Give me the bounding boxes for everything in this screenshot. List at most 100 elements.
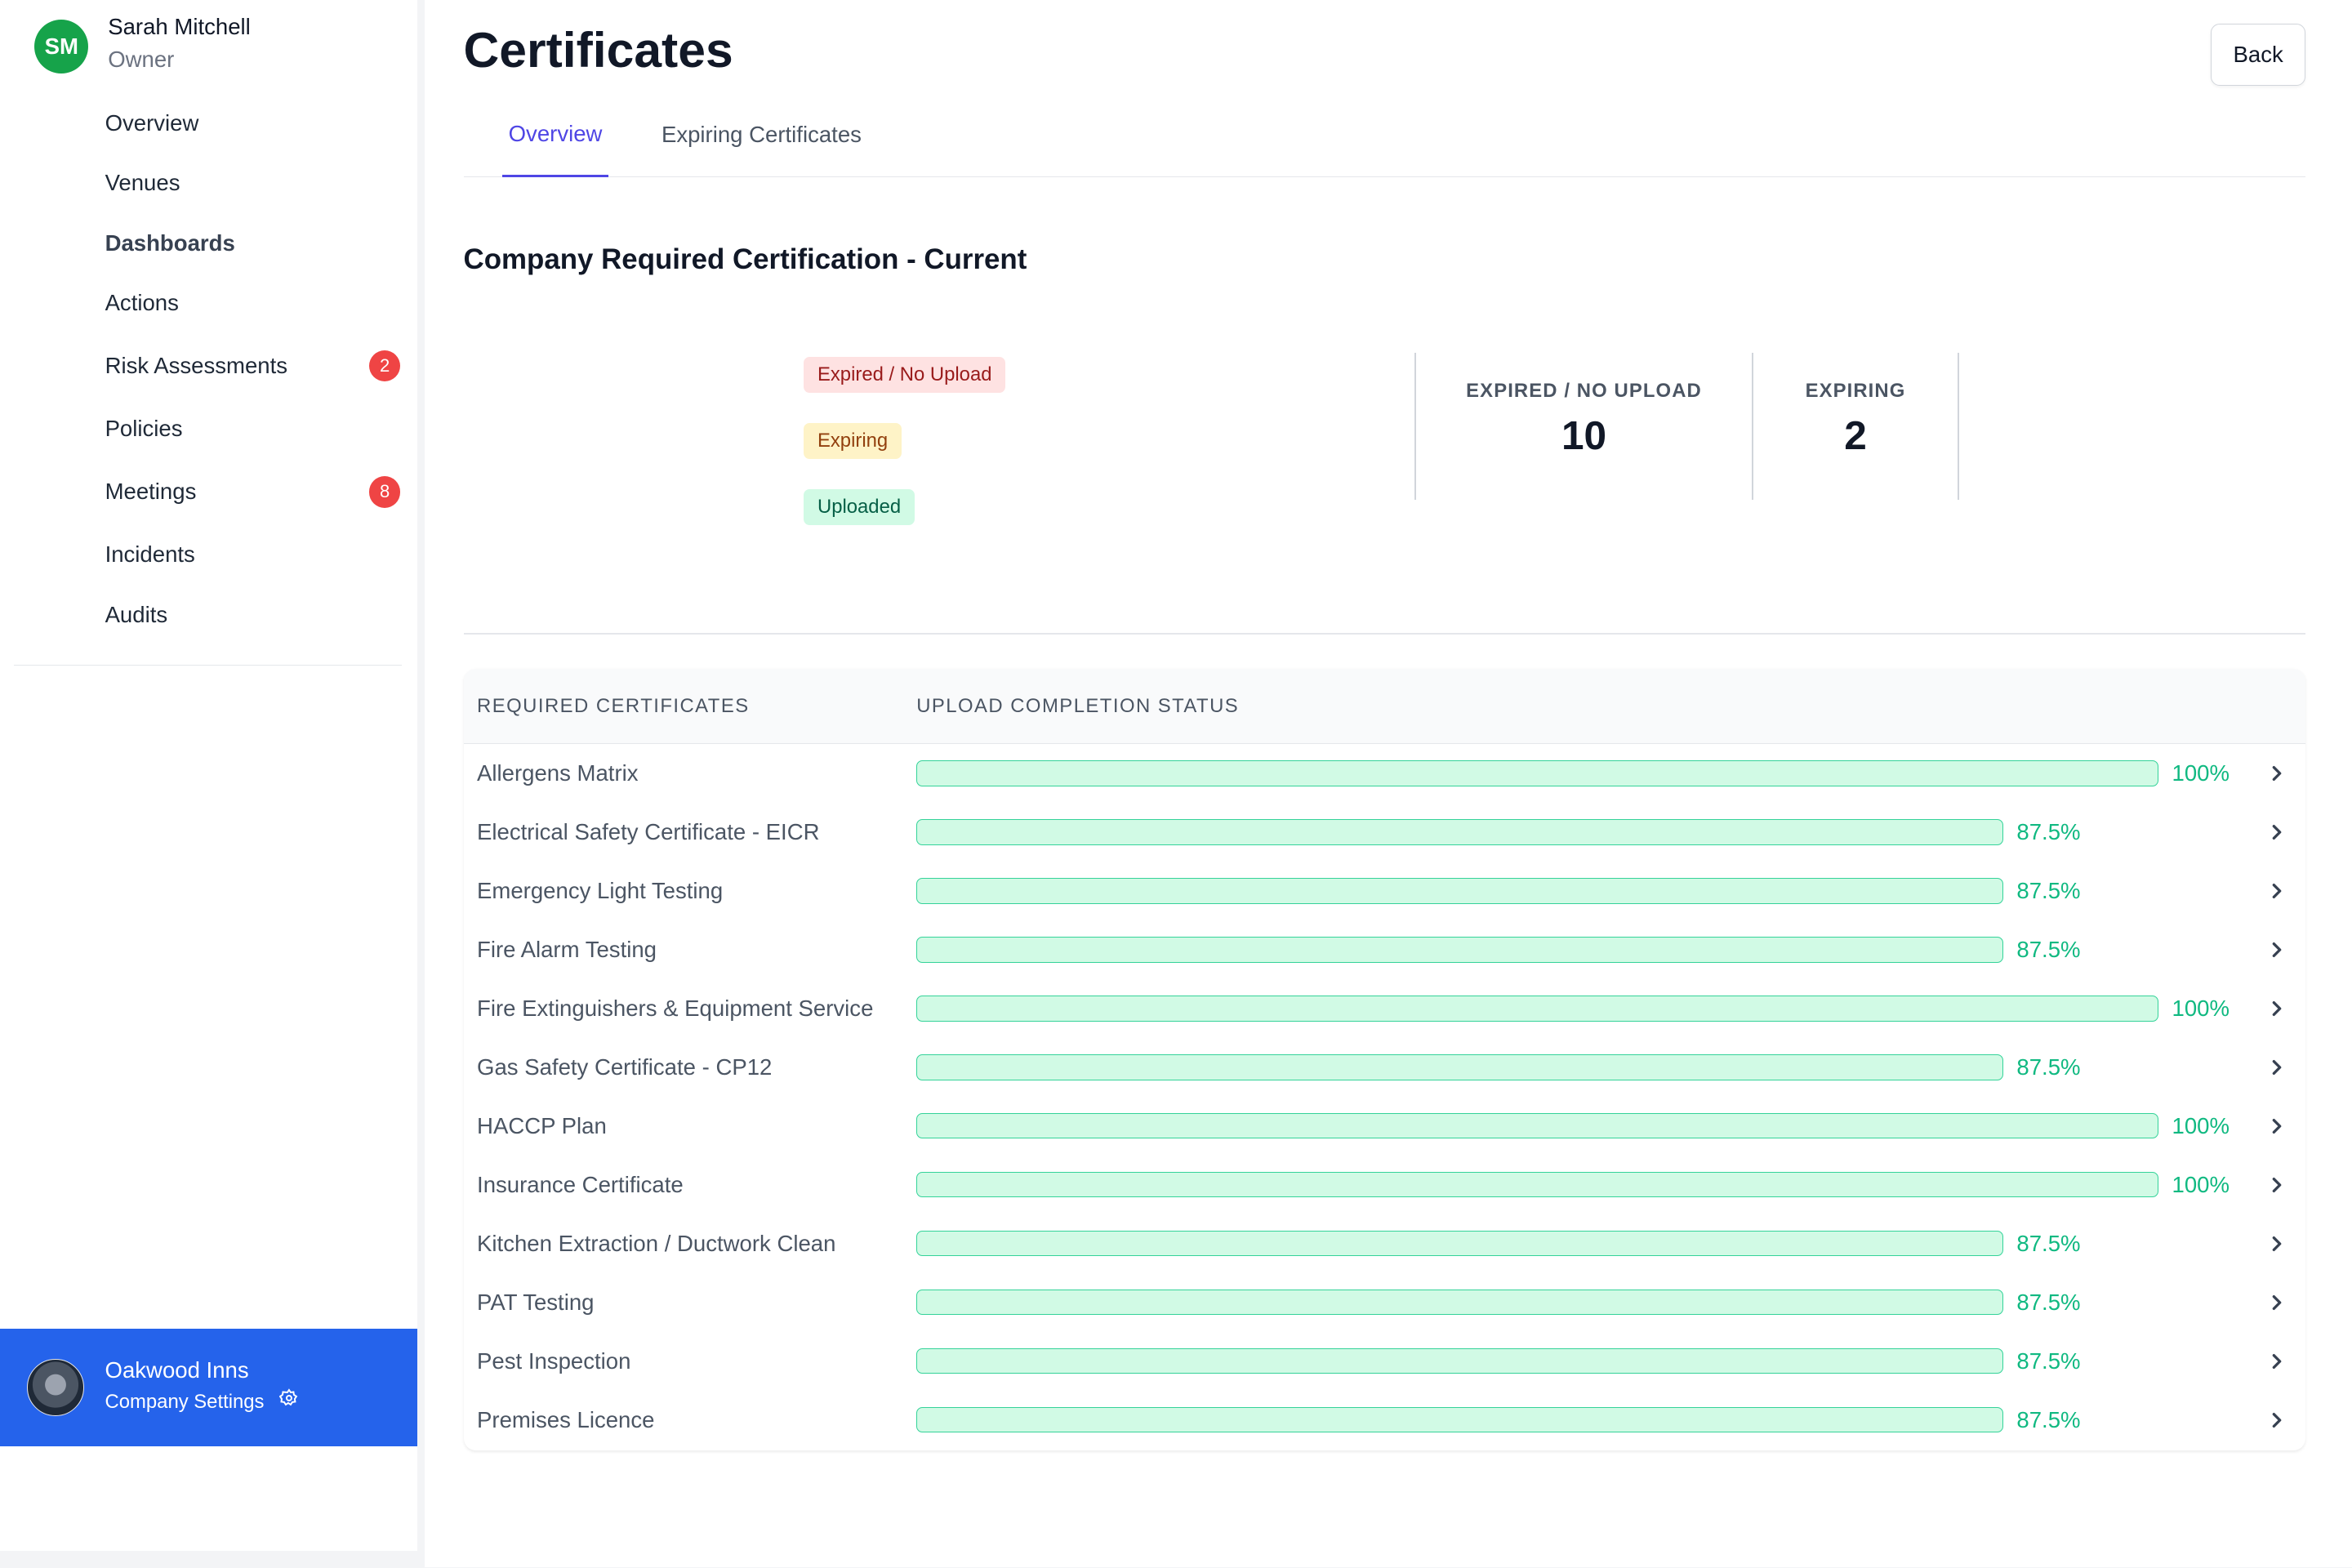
stat-expired: EXPIRED / NO UPLOAD 10 [1416,353,1752,500]
completion-status: 87.5% [916,1214,2248,1273]
progress-percent: 87.5% [2016,1348,2081,1374]
progress-percent: 87.5% [2016,936,2081,962]
sidebar-item-label: Audits [105,601,168,627]
certificate-name: PAT Testing [477,1289,595,1315]
sidebar-border [416,0,425,1568]
chevron-right-icon[interactable] [2268,1273,2286,1332]
back-button[interactable]: Back [2211,24,2305,86]
certificate-name: Electrical Safety Certificate - EICR [477,818,820,844]
completion-status: 87.5% [916,803,2248,862]
table-row[interactable]: Emergency Light Testing 87.5% [464,862,2305,920]
user-name: Sarah Mitchell [108,13,251,39]
sidebar-item-meetings[interactable]: Meetings 8 [0,459,417,525]
tab-label: Overview [508,120,603,146]
section-divider [463,633,2305,635]
stat-label: EXPIRING [1805,379,1906,402]
progress-percent: 100% [2172,995,2230,1021]
company-settings-link[interactable]: Company Settings [105,1386,299,1419]
progress-bar [916,937,2003,963]
chevron-right-icon[interactable] [2268,744,2286,803]
table-row[interactable]: Fire Alarm Testing 87.5% [464,920,2305,979]
tab-label: Expiring Certificates [661,122,862,148]
sidebar-item-label: Overview [105,109,199,136]
sidebar-item-audits[interactable]: Audits [0,585,417,644]
completion-status: 87.5% [916,920,2248,979]
completion-status: 87.5% [916,862,2248,920]
chevron-right-icon[interactable] [2268,1391,2286,1450]
notification-badge: 8 [368,476,401,508]
sidebar-nav: Overview Venues Dashboards Actions Risk … [0,93,417,645]
table-row[interactable]: Allergens Matrix 100% [464,744,2305,803]
chevron-right-icon[interactable] [2268,1038,2286,1097]
certificate-name: Pest Inspection [477,1348,631,1374]
sidebar-item-policies[interactable]: Policies [0,399,417,459]
stat-value: 10 [1561,412,1607,458]
stat-divider [1957,352,1959,500]
sidebar-item-label: Meetings [105,479,197,505]
certificate-name: Kitchen Extraction / Ductwork Clean [477,1230,836,1256]
sidebar-footer-gap [0,1551,417,1568]
sidebar-item-risk-assessments[interactable]: Risk Assessments 2 [0,333,417,399]
sidebar-item-label: Policies [105,416,183,442]
table-row[interactable]: Fire Extinguishers & Equipment Service 10… [464,979,2305,1038]
table-body: Allergens Matrix 100% Electrical Safety Ce… [464,744,2305,1450]
company-switcher[interactable]: Oakwood Inns Company Settings [0,1329,417,1446]
avatar[interactable]: SM [34,19,89,74]
progress-bar [916,1290,2003,1316]
table-row[interactable]: Insurance Certificate 100% [464,1156,2305,1214]
completion-status: 100% [916,744,2248,803]
chevron-right-icon[interactable] [2268,1097,2286,1156]
table-row[interactable]: Pest Inspection 87.5% [464,1332,2305,1391]
sidebar-item-dashboards[interactable]: Dashboards [0,213,417,273]
page-title: Certificates [463,21,733,78]
column-header-status: UPLOAD COMPLETION STATUS [916,695,1240,718]
user-profile[interactable]: SM Sarah Mitchell Owner [34,12,251,78]
notification-badge: 2 [368,350,401,382]
progress-percent: 100% [2172,1171,2230,1197]
table-row[interactable]: Kitchen Extraction / Ductwork Clean 87.5% [464,1214,2305,1273]
table-row[interactable]: HACCP Plan 100% [464,1097,2305,1156]
certificate-name: Insurance Certificate [477,1171,684,1197]
sidebar-item-venues[interactable]: Venues [0,153,417,212]
certificates-table: REQUIRED CERTIFICATES UPLOAD COMPLETION … [463,669,2305,1451]
sidebar-item-actions[interactable]: Actions [0,273,417,332]
sidebar: SM Sarah Mitchell Owner Overview Venues … [0,0,417,1552]
progress-bar [916,1172,2158,1198]
chevron-right-icon[interactable] [2268,862,2286,920]
chevron-right-icon[interactable] [2268,920,2286,979]
sidebar-item-label: Incidents [105,541,195,568]
progress-bar [916,996,2158,1022]
progress-percent: 100% [2172,1112,2230,1138]
progress-bar [916,1407,2003,1433]
chevron-right-icon[interactable] [2268,1156,2286,1214]
company-settings-label: Company Settings [105,1391,265,1414]
chevron-right-icon[interactable] [2268,979,2286,1038]
tab-overview[interactable]: Overview [502,93,608,177]
user-role: Owner [108,47,175,73]
certificate-name: Allergens Matrix [477,760,639,786]
chevron-right-icon[interactable] [2268,1214,2286,1273]
sidebar-item-label: Venues [105,170,180,196]
completion-status: 100% [916,1156,2248,1214]
chevron-right-icon[interactable] [2268,803,2286,862]
completion-status: 100% [916,1097,2248,1156]
tab-expiring-certificates[interactable]: Expiring Certificates [662,93,862,177]
progress-bar [916,760,2158,786]
sidebar-item-incidents[interactable]: Incidents [0,525,417,585]
company-name: Oakwood Inns [105,1357,249,1383]
sidebar-item-overview[interactable]: Overview [0,93,417,153]
chevron-right-icon[interactable] [2268,1332,2286,1391]
table-row[interactable]: Gas Safety Certificate - CP12 87.5% [464,1038,2305,1097]
table-row[interactable]: PAT Testing 87.5% [464,1273,2305,1332]
table-row[interactable]: Premises Licence 87.5% [464,1391,2305,1450]
section-title: Company Required Certification - Current [463,243,1027,275]
legend-expiring: Expiring [804,422,902,460]
progress-percent: 100% [2172,760,2230,786]
sidebar-item-label: Actions [105,289,179,315]
gear-icon [278,1386,299,1419]
progress-bar [916,878,2003,904]
progress-bar [916,1348,2003,1374]
tab-bar: Overview Expiring Certificates [463,93,2305,177]
table-row[interactable]: Electrical Safety Certificate - EICR 87.5… [464,803,2305,862]
progress-percent: 87.5% [2016,1054,2081,1080]
